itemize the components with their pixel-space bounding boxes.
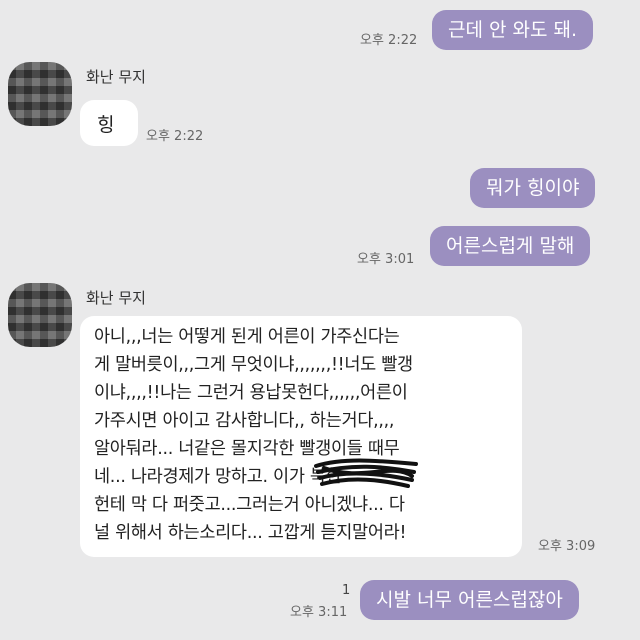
sender-name: 화난 무지 <box>86 68 146 86</box>
message-text: 힝 <box>97 114 115 136</box>
redaction-scribble <box>314 458 418 488</box>
message-text: 아니,,,너는 어떻게 된게 어른이 가주신다는 게 말버릇이,,,그게 무엇이… <box>94 323 413 547</box>
outgoing-message-bubble[interactable]: 시발 너무 어른스럽잖아 <box>360 580 579 620</box>
message-time: 오후 3:09 <box>538 539 596 554</box>
outgoing-message-bubble[interactable]: 근데 안 와도 돼. <box>432 10 594 50</box>
avatar[interactable] <box>8 62 72 126</box>
sender-name: 화난 무지 <box>86 289 146 307</box>
message-line: 게 말버릇이,,,그게 무엇이냐,,,,,,,!!너도 빨갱 <box>94 355 413 375</box>
message-line: 널 위해서 하는소리다... 고깝게 듣지말어라! <box>94 523 407 543</box>
outgoing-message-bubble[interactable]: 어른스럽게 말해 <box>430 226 591 266</box>
incoming-message-bubble[interactable]: 힝 <box>80 100 138 146</box>
message-time: 오후 3:11 <box>290 605 348 620</box>
message-line: 이냐,,,,!!나는 그런거 용납못헌다,,,,,,어른이 <box>94 383 408 403</box>
incoming-message-bubble[interactable]: 아니,,,너는 어떻게 된게 어른이 가주신다는 게 말버릇이,,,그게 무엇이… <box>80 316 522 557</box>
message-time: 오후 3:01 <box>357 252 415 267</box>
message-line: 아니,,,너는 어떻게 된게 어른이 가주신다는 <box>94 327 400 347</box>
message-line: 가주시면 아이고 감사합니다,, 하는거다,,,, <box>94 411 395 431</box>
message-time: 오후 2:22 <box>360 33 418 48</box>
avatar[interactable] <box>8 283 72 347</box>
outgoing-message-bubble[interactable]: 뭐가 힝이야 <box>470 168 596 208</box>
unread-count: 1 <box>342 583 351 598</box>
message-line: 헌테 막 다 퍼줏고...그러는거 아니겠냐... 다 <box>94 495 405 515</box>
message-time: 오후 2:22 <box>146 129 204 144</box>
